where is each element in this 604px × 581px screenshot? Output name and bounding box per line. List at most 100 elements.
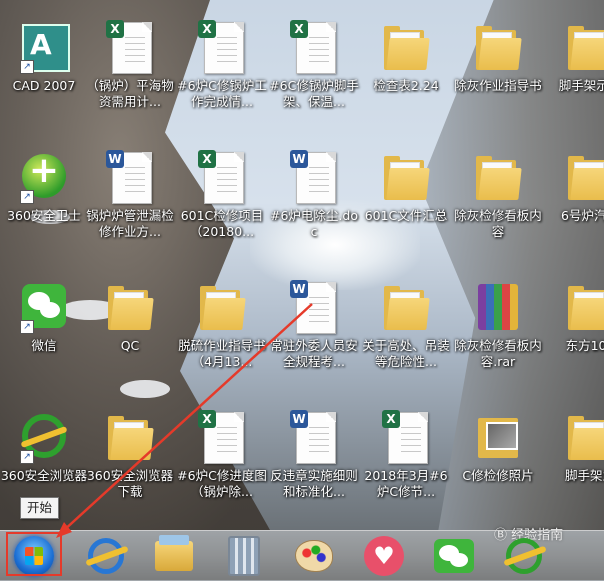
desktop-icon-label: 6号炉汽包 xyxy=(561,208,604,223)
taskbar-heart-button[interactable]: ♥ xyxy=(354,533,414,579)
word-file-icon: W xyxy=(290,410,338,466)
excel-file-icon: X xyxy=(198,20,246,76)
excel-file-icon: X xyxy=(198,410,246,466)
desktop-icon-label: 关于高处、吊装等危险性... xyxy=(362,338,450,369)
desktop-icon-label: 检查表2.24 xyxy=(373,78,439,93)
desktop-icon-label: 601C检修项目（20180... xyxy=(180,208,264,239)
folder-icon xyxy=(382,150,430,206)
folder-icon xyxy=(566,280,604,336)
excel-file-icon: X xyxy=(198,150,246,206)
desktop-icon[interactable]: QC xyxy=(84,280,176,354)
desktop-icon-label: #6炉C修进度图（锅炉除... xyxy=(177,468,267,499)
desktop-icon[interactable]: W 锅炉炉管泄漏检修作业方... xyxy=(84,150,176,240)
heart-icon: ♥ xyxy=(364,536,404,576)
word-file-icon: W xyxy=(290,280,338,336)
desktop-icon[interactable]: 601C文件汇总 xyxy=(360,150,452,224)
desktop-icon-label: 脚手架业 xyxy=(564,468,604,483)
desktop-icon-label: 360安全浏览器下载 xyxy=(86,468,174,499)
desktop-icon-label: 除灰检修看板内容.rar xyxy=(454,338,542,369)
desktop-icon[interactable]: 东方100 xyxy=(544,280,604,354)
folder-icon xyxy=(106,410,154,466)
folder-icon xyxy=(474,20,522,76)
360-browser-icon xyxy=(506,538,542,574)
desktop-icon-label: （锅炉）平海物资需用计... xyxy=(86,78,174,109)
desktop-icon-label: 601C文件汇总 xyxy=(364,208,448,223)
taskbar-explorer-button[interactable] xyxy=(144,533,204,579)
wechat-icon: ↗ xyxy=(20,280,68,336)
desktop-icon[interactable]: X #6炉C修锅炉工作完成情... xyxy=(176,20,268,110)
folder-icon xyxy=(198,280,246,336)
desktop-icon-label: #6炉C修锅炉工作完成情... xyxy=(177,78,267,109)
excel-file-icon: X xyxy=(382,410,430,466)
start-tooltip: 开始 xyxy=(20,497,60,519)
desktop-icon-label: QC xyxy=(120,338,140,353)
folder-icon xyxy=(566,410,604,466)
desktop-icon-label: C修检修照片 xyxy=(462,468,534,483)
desktop-icon-label: 微信 xyxy=(31,338,57,353)
autocad-icon: A ↗ xyxy=(20,20,70,76)
desktop-icon-label: 反违章实施细则和标准化... xyxy=(270,468,358,499)
desktop-icon-label: 除灰检修看板内容 xyxy=(454,208,542,239)
taskbar-wechat-button[interactable] xyxy=(424,533,484,579)
desktop-icon[interactable]: X 601C检修项目（20180... xyxy=(176,150,268,240)
desktop-icon-label: #6C修锅炉脚手架、保温... xyxy=(269,78,359,109)
folder-icon xyxy=(566,150,604,206)
desktop-icon-label: 2018年3月#6炉C修节... xyxy=(364,468,448,499)
taskbar-360-browser-button[interactable] xyxy=(494,533,554,579)
desktop-icon-label: 锅炉炉管泄漏检修作业方... xyxy=(86,208,174,239)
360-browser-icon: ↗ xyxy=(20,410,68,466)
wallpaper-snow xyxy=(120,380,170,398)
desktop-icon-label: 脚手架示意 xyxy=(558,78,604,93)
folder-icon xyxy=(382,280,430,336)
desktop-icon[interactable]: 除灰作业指导书 xyxy=(452,20,544,94)
photo-folder-icon xyxy=(474,410,522,466)
desktop-icon[interactable]: 脱硫作业指导书（4月13... xyxy=(176,280,268,370)
desktop-icon[interactable]: X #6炉C修进度图（锅炉除... xyxy=(176,410,268,500)
excel-file-icon: X xyxy=(290,20,338,76)
folder-icon xyxy=(474,150,522,206)
desktop-icon[interactable]: 6号炉汽包 xyxy=(544,150,604,224)
desktop-icon[interactable]: X #6C修锅炉脚手架、保温... xyxy=(268,20,360,110)
desktop-icon[interactable]: C修检修照片 xyxy=(452,410,544,484)
desktop-icon[interactable]: W 常驻外委人员安全规程考... xyxy=(268,280,360,370)
folder-icon xyxy=(566,20,604,76)
desktop-icon[interactable]: W 反违章实施细则和标准化... xyxy=(268,410,360,500)
desktop-icon[interactable]: ↗ 微信 xyxy=(0,280,90,354)
desktop-icon[interactable]: A ↗ CAD 2007 xyxy=(0,20,90,94)
taskbar-ie-button[interactable] xyxy=(76,533,136,579)
desktop-icon[interactable]: 关于高处、吊装等危险性... xyxy=(360,280,452,370)
rar-archive-icon xyxy=(474,280,522,336)
desktop-icon[interactable]: 360安全浏览器下载 xyxy=(84,410,176,500)
desktop-icon[interactable]: X （锅炉）平海物资需用计... xyxy=(84,20,176,110)
desktop-icon[interactable]: 脚手架示意 xyxy=(544,20,604,94)
calculator-icon xyxy=(228,536,260,576)
desktop-icon-label: 除灰作业指导书 xyxy=(454,78,542,93)
360-security-icon: ↗ xyxy=(20,150,68,206)
taskbar-paint-button[interactable] xyxy=(284,533,344,579)
desktop-icon-label: 360安全卫士 xyxy=(7,208,81,223)
excel-file-icon: X xyxy=(106,20,154,76)
desktop-icon[interactable]: 除灰检修看板内容 xyxy=(452,150,544,240)
desktop-icon[interactable]: X 2018年3月#6炉C修节... xyxy=(360,410,452,500)
desktop-icon[interactable]: 脚手架业 xyxy=(544,410,604,484)
start-highlight-box xyxy=(6,532,62,576)
folder-icon xyxy=(106,280,154,336)
desktop-icon-label: 脱硫作业指导书（4月13... xyxy=(178,338,266,369)
taskbar: ♥ xyxy=(0,530,604,581)
paint-palette-icon xyxy=(295,540,333,572)
desktop-icon[interactable]: W #6炉电除尘.doc xyxy=(268,150,360,240)
desktop-icon-label: 360安全浏览器 xyxy=(0,468,88,483)
desktop-icon[interactable]: ↗ 360安全卫士 xyxy=(0,150,90,224)
desktop-icon-label: CAD 2007 xyxy=(12,78,76,93)
desktop-icon-label: 东方100 xyxy=(565,338,604,353)
folder-icon xyxy=(155,535,193,571)
word-file-icon: W xyxy=(290,150,338,206)
desktop-icon[interactable]: 除灰检修看板内容.rar xyxy=(452,280,544,370)
ie-icon xyxy=(88,538,124,574)
desktop-icon[interactable]: 检查表2.24 xyxy=(360,20,452,94)
folder-icon xyxy=(382,20,430,76)
taskbar-calculator-button[interactable] xyxy=(214,533,274,579)
desktop-icon-label: #6炉电除尘.doc xyxy=(270,208,358,239)
desktop-icon[interactable]: ↗ 360安全浏览器 xyxy=(0,410,90,484)
desktop-icon-label: 常驻外委人员安全规程考... xyxy=(270,338,358,369)
